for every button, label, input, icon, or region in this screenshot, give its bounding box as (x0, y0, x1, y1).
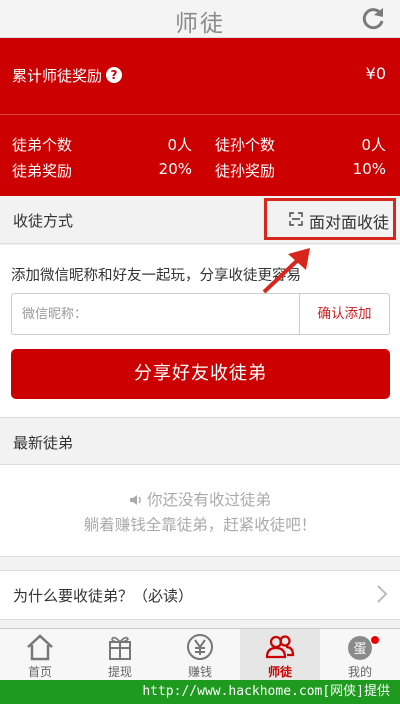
invite-section: 添加微信昵称和好友一起玩，分享收徒更容易 确认添加 分享好友收徒弟 (0, 245, 400, 417)
apprentice-count-label: 徒弟个数 (12, 136, 73, 154)
scan-icon (289, 212, 303, 226)
reward-summary-panel: 累计师徒奖励? ¥0 徒弟个数 0人 徒孙个数 0人 徒弟奖励 20% 徒孙奖励… (0, 38, 400, 196)
recruit-method-label: 收徒方式 (13, 212, 74, 230)
tab-earn[interactable]: 赚钱 (160, 629, 240, 681)
page-title: 师徒 (175, 11, 225, 37)
wechat-nickname-input[interactable] (12, 294, 300, 334)
total-reward-value: ¥0 (365, 64, 386, 83)
refresh-icon[interactable] (360, 6, 386, 32)
tab-home-label: 首页 (27, 665, 52, 679)
tab-master-apprentice[interactable]: 师徒 (240, 629, 320, 681)
top-bar: 师徒 (0, 0, 400, 38)
svg-text:蛋: 蛋 (353, 642, 366, 657)
face-to-face-button[interactable]: 面对面收徒 (264, 198, 396, 240)
apprentice-reward-value: 20% (158, 160, 192, 178)
watermark-url: http://www.hackhome.com[网侠]提供 (0, 680, 400, 704)
why-recruit-row[interactable]: 为什么要收徒弟？（必读） (0, 570, 400, 620)
help-icon[interactable]: ? (106, 67, 123, 83)
wechat-nickname-group: 确认添加 (11, 293, 390, 335)
people-icon (265, 635, 295, 659)
empty-message-line2: 躺着赚钱全靠徒弟，赶紧收徒吧！ (83, 516, 317, 534)
empty-message-line1: 你还没有收过徒弟 (0, 488, 400, 510)
annotation-arrow-icon (262, 248, 310, 294)
home-icon (27, 634, 53, 661)
tab-master-apprentice-label: 师徒 (267, 665, 292, 679)
bottom-tab-bar: 首页 提现 赚钱 师徒 蛋 我的 (0, 628, 400, 681)
gift-icon (109, 636, 131, 660)
recruit-method-row: 收徒方式 面对面收徒 (0, 196, 400, 244)
tab-mine-label: 我的 (347, 665, 372, 679)
face-to-face-label: 面对面收徒 (309, 213, 390, 232)
tab-withdraw[interactable]: 提现 (80, 629, 160, 681)
grand-apprentice-count-label: 徒孙个数 (215, 136, 276, 154)
why-recruit-label: 为什么要收徒弟？（必读） (13, 587, 194, 605)
notification-dot (370, 635, 380, 645)
apprentice-reward-label: 徒弟奖励 (12, 162, 73, 180)
divider (0, 114, 400, 115)
tab-earn-label: 赚钱 (187, 665, 212, 679)
empty-state: 你还没有收过徒弟 躺着赚钱全靠徒弟，赶紧收徒吧！ (0, 465, 400, 557)
share-friends-button[interactable]: 分享好友收徒弟 (11, 349, 390, 399)
grand-apprentice-reward-label: 徒孙奖励 (215, 162, 276, 180)
recent-apprentices-header: 最新徒弟 (0, 417, 400, 465)
confirm-add-button[interactable]: 确认添加 (299, 294, 389, 334)
apprentice-count-value: 0人 (167, 136, 192, 154)
yen-icon (187, 634, 213, 660)
speaker-icon (129, 495, 141, 505)
tab-withdraw-label: 提现 (107, 665, 132, 679)
chevron-right-icon (377, 585, 388, 603)
tab-home[interactable]: 首页 (0, 629, 80, 681)
recent-apprentices-label: 最新徒弟 (13, 434, 74, 452)
grand-apprentice-reward-value: 10% (352, 160, 386, 178)
tab-mine[interactable]: 蛋 我的 (320, 629, 400, 681)
grand-apprentice-count-value: 0人 (361, 136, 386, 154)
total-reward-label: 累计师徒奖励? (12, 65, 123, 86)
